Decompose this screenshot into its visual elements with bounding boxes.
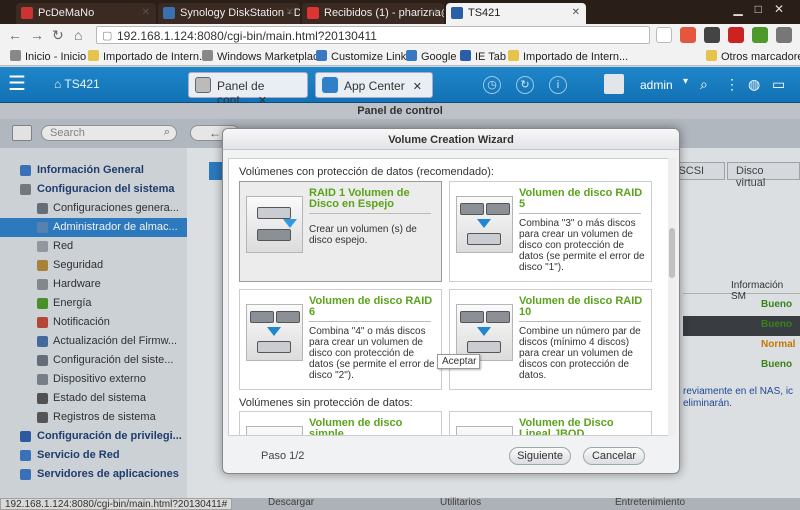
page-icon xyxy=(202,50,213,61)
close-icon[interactable]: ✕ xyxy=(430,7,438,18)
simple-disk-icon xyxy=(246,426,303,435)
close-icon[interactable]: ✕ xyxy=(572,7,580,18)
windows-icon xyxy=(406,50,417,61)
bookmark-importado-1[interactable]: Importado de Intern... xyxy=(88,50,208,63)
clock-icon[interactable]: ◷ xyxy=(483,76,501,94)
raid5-icon xyxy=(456,196,513,253)
qnap-favicon xyxy=(451,7,463,19)
bookmarks-bar: Inicio - Inicio Importado de Intern... W… xyxy=(0,46,800,66)
folder-icon xyxy=(88,50,99,61)
bookmark-ie-tab[interactable]: IE Tab xyxy=(460,50,506,63)
browser-tabbar: PcDeMaNo ✕ Synology DiskStation - DS ✕ R… xyxy=(0,0,800,24)
menu-icon[interactable] xyxy=(776,27,792,43)
raid10-icon xyxy=(456,304,513,361)
monitor-icon[interactable]: ▭ xyxy=(772,76,785,93)
extension-plus-icon[interactable] xyxy=(680,27,696,43)
browser-tab-pcdemano[interactable]: PcDeMaNo ✕ xyxy=(16,3,156,24)
info-icon[interactable]: i xyxy=(549,76,567,94)
bookmark-inicio[interactable]: Inicio - Inicio xyxy=(10,50,86,63)
card-raid1[interactable]: RAID 1 Volumen de Disco en Espejo Crear … xyxy=(239,181,442,282)
card-jbod[interactable]: Volumen de Disco Lineal JBOD xyxy=(449,411,652,435)
control-panel-icon xyxy=(195,77,211,93)
section-protected: Volúmenes con protección de datos (recom… xyxy=(239,166,494,178)
synology-favicon xyxy=(163,7,175,19)
wizard-title: Volume Creation Wizard xyxy=(223,129,679,150)
bookmark-importado-2[interactable]: Importado de Intern... xyxy=(508,50,628,63)
bookmark-windows-marketplace[interactable]: Windows Marketplace xyxy=(202,50,325,63)
raid1-icon xyxy=(246,196,303,253)
raid6-icon xyxy=(246,304,303,361)
folder-icon xyxy=(706,50,717,61)
backup-icon[interactable]: ↻ xyxy=(516,76,534,94)
bookmark-customize-links[interactable]: Customize Links xyxy=(316,50,412,63)
jbod-disk-icon xyxy=(456,426,513,435)
card-raid5[interactable]: Volumen de disco RAID 5 Combina "3" o má… xyxy=(449,181,652,282)
extension-arrow-icon[interactable] xyxy=(752,27,768,43)
app-center-icon xyxy=(322,77,338,93)
options-icon[interactable]: ⋮ xyxy=(725,76,739,93)
page-icon xyxy=(10,50,21,61)
card-raid10[interactable]: Volumen de disco RAID 10 Combine un núme… xyxy=(449,289,652,390)
step-indicator: Paso 1/2 xyxy=(261,450,305,462)
extension-shield-icon[interactable] xyxy=(704,27,720,43)
wizard-footer: Paso 1/2 Siguiente Cancelar xyxy=(223,443,679,473)
home-link[interactable]: ⌂ TS421 xyxy=(54,77,100,91)
page-icon: ▢ xyxy=(102,30,113,42)
browser-toolbar: ← → ↻ ⌂ ▢ 192.168.1.124:8080/cgi-bin/mai… xyxy=(0,24,800,46)
address-bar[interactable]: ▢ 192.168.1.124:8080/cgi-bin/main.html?2… xyxy=(96,26,650,44)
scroll-thumb[interactable] xyxy=(669,228,675,278)
bookmark-google[interactable]: Google xyxy=(406,50,456,63)
browser-tab-ts421[interactable]: TS421 ✕ xyxy=(446,3,586,24)
bookmark-otros[interactable]: Otros marcadores xyxy=(706,50,800,63)
back-icon[interactable]: ← xyxy=(8,27,22,43)
pcdemano-favicon xyxy=(21,7,33,19)
cancel-button[interactable]: Cancelar xyxy=(583,447,645,465)
close-icon[interactable]: ✕ xyxy=(413,81,422,93)
browser-tab-synology[interactable]: Synology DiskStation - DS ✕ xyxy=(158,3,300,24)
next-button[interactable]: Siguiente xyxy=(509,447,571,465)
search-icon[interactable]: ⌕ xyxy=(700,76,708,93)
avatar[interactable] xyxy=(604,74,624,94)
browser-tab-gmail[interactable]: Recibidos (1) - pharizna@ ✕ xyxy=(302,3,444,24)
wizard-body: Volúmenes con protección de datos (recom… xyxy=(228,158,673,436)
qnap-topbar: ☰ ⌂ TS421 Panel de cont... ✕ App Center ✕ … xyxy=(0,67,800,107)
reload-icon[interactable]: ↻ xyxy=(52,27,64,44)
home-icon[interactable]: ⌂ xyxy=(74,27,82,43)
card-raid6[interactable]: Volumen de disco RAID 6 Combina "4" o má… xyxy=(239,289,442,390)
star-icon[interactable] xyxy=(656,27,672,43)
volume-creation-wizard: Volume Creation Wizard Volúmenes con pro… xyxy=(222,128,680,474)
window-controls[interactable]: ▁□✕ xyxy=(733,2,796,16)
forward-icon[interactable]: → xyxy=(30,27,44,43)
close-icon[interactable]: ✕ xyxy=(142,7,150,18)
tab-panel-de-control[interactable]: Panel de cont... ✕ xyxy=(188,72,308,107)
card-simple[interactable]: Volumen de disco simple xyxy=(239,411,442,435)
globe-icon[interactable]: ◍ xyxy=(748,76,760,93)
section-unprotected: Volúmenes sin protección de datos: xyxy=(239,397,413,409)
folder-icon xyxy=(508,50,519,61)
tab-app-center[interactable]: App Center ✕ xyxy=(315,72,433,98)
close-icon[interactable]: ✕ xyxy=(286,7,294,18)
home-icon: ⌂ xyxy=(54,77,62,91)
hamburger-icon[interactable]: ☰ xyxy=(8,74,32,95)
ie-icon xyxy=(460,50,471,61)
tooltip: Aceptar xyxy=(437,354,480,369)
gmail-favicon xyxy=(307,7,319,19)
extension-badge-icon[interactable] xyxy=(728,27,744,43)
windows-icon xyxy=(316,50,327,61)
wizard-scrollbar[interactable] xyxy=(668,158,676,436)
chevron-down-icon[interactable]: ▾ xyxy=(683,76,688,87)
user-menu[interactable]: admin xyxy=(640,78,673,92)
